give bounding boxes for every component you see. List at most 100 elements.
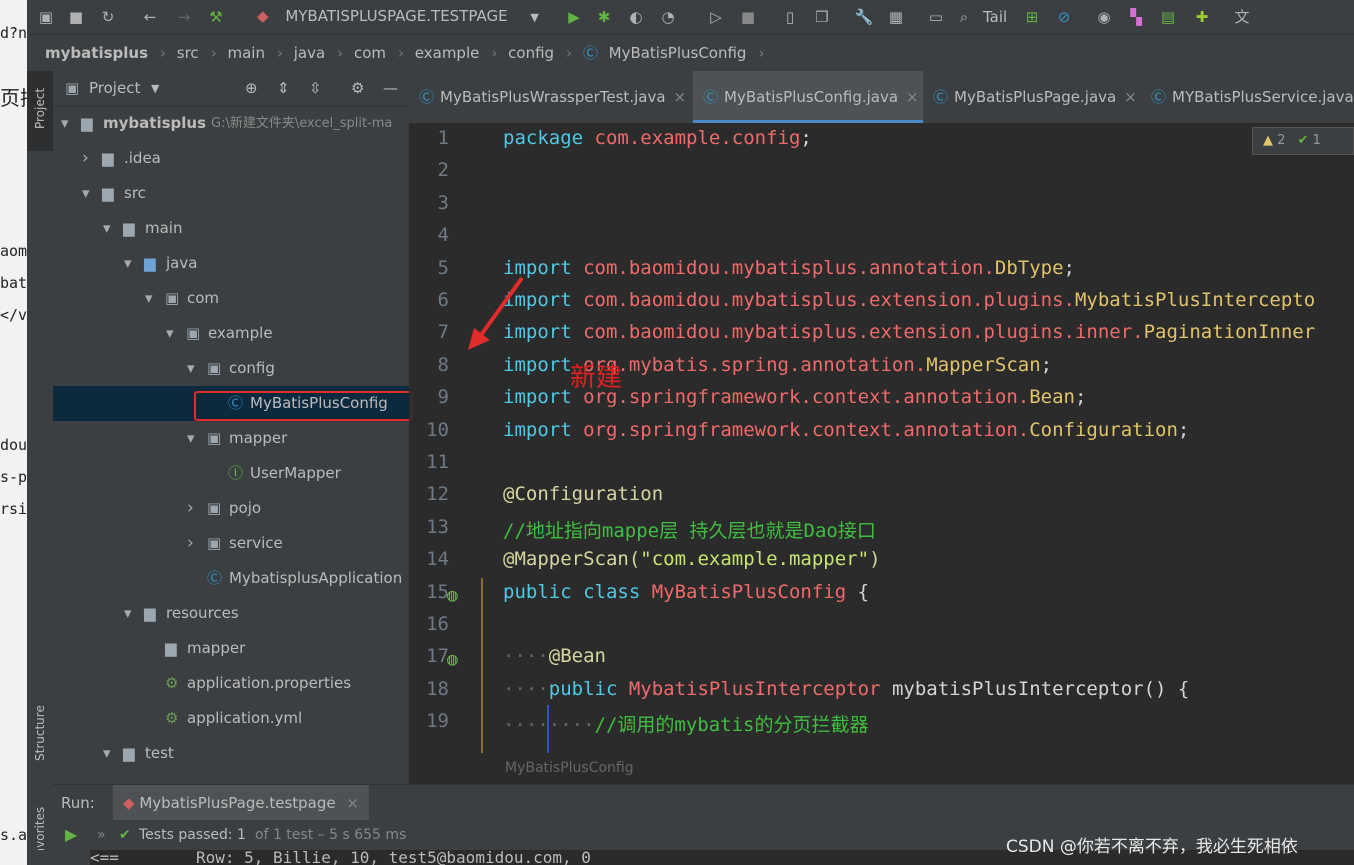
tree-item[interactable]: › ▆ .idea	[53, 141, 409, 176]
class-icon: Ⓒ	[933, 88, 949, 106]
inspection-widget[interactable]: ▲ 2 ✔ 1	[1252, 127, 1354, 155]
wrench-settings-icon[interactable]: 🔧	[853, 6, 875, 28]
collapse-all-icon[interactable]: ⇳	[309, 71, 322, 106]
breadcrumb-item[interactable]: example	[415, 44, 480, 62]
project-structure-icon[interactable]: ▦	[885, 6, 907, 28]
breadcrumb-item[interactable]: com	[354, 44, 386, 62]
close-icon[interactable]: ×	[906, 88, 919, 106]
layout-icon[interactable]: ▤	[1157, 6, 1179, 28]
tree-item[interactable]: ▾ ▣ config	[53, 351, 409, 386]
close-icon[interactable]: ×	[674, 88, 687, 106]
code-editor[interactable]: 1 package com.example.config; 2 3 4 5 import c…	[409, 123, 1354, 753]
code-token: com.baomidou.mybatisplus.annotation.	[583, 256, 995, 279]
tree-item[interactable]: ▾ ▆ test	[53, 736, 409, 771]
coverage-icon[interactable]: ◐	[625, 6, 647, 28]
close-icon[interactable]: ×	[346, 794, 359, 812]
tree-item[interactable]: Ⓒ MybatisplusApplication	[53, 561, 409, 596]
breadcrumb-item[interactable]: config	[508, 44, 554, 62]
run-tab[interactable]: ◆ MybatisPlusPage.testpage ×	[113, 785, 369, 821]
editor-footer-label[interactable]: MyBatisPlusConfig	[505, 760, 634, 776]
rerun-icon[interactable]: ▶	[65, 820, 77, 850]
tree-item[interactable]: ▾ ▆ resources	[53, 596, 409, 631]
chevron-right-icon[interactable]: ›	[82, 141, 96, 176]
tree-item[interactable]: ▾ ▆ main	[53, 211, 409, 246]
tab-mybatisplus-wrassper-test[interactable]: Ⓒ MyBatisPlusWrassperTest.java ×	[409, 71, 693, 123]
forward-icon[interactable]: →	[173, 6, 195, 28]
tree-item[interactable]: ▾ ▆ java	[53, 246, 409, 281]
tree-item[interactable]: Ⓘ UserMapper	[53, 456, 409, 491]
tree-item[interactable]: ⚙ application.properties	[53, 666, 409, 701]
run-configuration-selector[interactable]: ◆ MYBATISPLUSPAGE.TESTPAGE ▼	[257, 4, 575, 28]
open-folder-icon[interactable]: ▣	[35, 6, 57, 28]
chevron-down-icon[interactable]: ▾	[82, 176, 96, 211]
close-icon[interactable]: ×	[1124, 88, 1137, 106]
tab-mybatisplus-page[interactable]: Ⓒ MyBatisPlusPage.java ×	[923, 71, 1141, 123]
tree-item[interactable]: ▾ ▣ example	[53, 316, 409, 351]
search-icon[interactable]: ⌕	[953, 6, 975, 28]
sync-icon[interactable]: ↻	[97, 6, 119, 28]
grid-icon[interactable]: ⊞	[1021, 6, 1043, 28]
resume-icon[interactable]: ▷	[705, 6, 727, 28]
tree-item[interactable]: ▾ ▆ mybatisplus G:\新建文件夹\excel_split-ma	[53, 106, 409, 141]
spring-bean-gutter-icon[interactable]: ◍	[447, 649, 458, 670]
project-view-title[interactable]: Project	[89, 71, 140, 106]
tree-item[interactable]: ▾ ▣ com	[53, 281, 409, 316]
locate-icon[interactable]: ⊕	[245, 71, 258, 106]
translate-icon[interactable]: 文	[1231, 6, 1253, 28]
tree-item[interactable]: ⚙ application.yml	[53, 701, 409, 736]
structure-tool-label[interactable]: Structure	[33, 705, 47, 761]
chevron-down-icon[interactable]: ▾	[61, 106, 75, 141]
profile-icon[interactable]: ◔	[657, 6, 679, 28]
minimize-icon[interactable]: —	[383, 71, 398, 106]
chevron-down-icon[interactable]: ▾	[103, 736, 117, 771]
chevron-down-icon[interactable]: ▾	[187, 351, 201, 386]
debug-icon[interactable]: ✱	[593, 6, 615, 28]
code-line: @MapperScan("com.example.mapper")	[503, 548, 881, 570]
back-icon[interactable]: ←	[139, 6, 161, 28]
project-tool-button[interactable]: Project	[27, 71, 53, 151]
device-icon[interactable]: ▯	[779, 6, 801, 28]
build-hammer-icon[interactable]: ⚒	[205, 6, 227, 28]
spring-bean-gutter-icon[interactable]: ◍	[447, 585, 458, 606]
chevron-down-icon[interactable]: ▼	[151, 71, 159, 106]
tail-button[interactable]: Tail	[983, 6, 1007, 28]
chevron-right-icon[interactable]: ›	[187, 526, 201, 561]
terminal-icon[interactable]: ▭	[925, 6, 947, 28]
tree-item[interactable]: ▆ mapper	[53, 631, 409, 666]
line-number: 1	[437, 127, 449, 149]
breadcrumb-item[interactable]: mybatisplus	[45, 44, 148, 62]
chevron-down-icon[interactable]: ▾	[103, 211, 117, 246]
stop-icon[interactable]: ■	[737, 6, 759, 28]
tree-item[interactable]: › ▣ pojo	[53, 491, 409, 526]
chevron-down-icon[interactable]: ▾	[124, 596, 138, 631]
gear-icon[interactable]: ⚙	[351, 71, 364, 106]
breadcrumb-item[interactable]: java	[294, 44, 325, 62]
console-gutter	[27, 850, 90, 865]
tree-item[interactable]: › ▣ service	[53, 526, 409, 561]
breadcrumb-item[interactable]: main	[227, 44, 264, 62]
expand-all-icon[interactable]: ⇕	[277, 71, 290, 106]
run-icon[interactable]: ▶	[563, 6, 585, 28]
chevron-down-icon[interactable]: ▾	[145, 281, 159, 316]
puzzle-icon[interactable]: ✚	[1191, 6, 1213, 28]
config-file-icon: ⚙	[165, 709, 179, 727]
no-entry-icon[interactable]: ⊘	[1053, 6, 1075, 28]
tree-item[interactable]: ▾ ▣ mapper	[53, 421, 409, 456]
tree-item-label: .idea	[124, 149, 161, 167]
tab-mybatisplus-config[interactable]: Ⓒ MyBatisPlusConfig.java ×	[693, 71, 923, 123]
record-icon[interactable]: ◉	[1093, 6, 1115, 28]
expand-icon[interactable]: »	[97, 820, 106, 850]
breadcrumb-item[interactable]: MyBatisPlusConfig	[609, 44, 747, 62]
bg-text: d?n	[0, 24, 27, 42]
save-icon[interactable]: ■	[65, 6, 87, 28]
plugin-blocks-icon[interactable]: ▚	[1125, 6, 1147, 28]
chevron-down-icon[interactable]: ▾	[187, 421, 201, 456]
chevron-down-icon[interactable]: ▾	[166, 316, 180, 351]
module-icon[interactable]: ❒	[811, 6, 833, 28]
tab-mybatisplus-service[interactable]: Ⓒ MYBatisPlusService.java	[1141, 71, 1354, 123]
tree-item[interactable]: ▾ ▆ src	[53, 176, 409, 211]
chevron-right-icon[interactable]: ›	[187, 491, 201, 526]
line-number: 13	[426, 515, 449, 538]
breadcrumb-item[interactable]: src	[177, 44, 199, 62]
chevron-down-icon[interactable]: ▾	[124, 246, 138, 281]
